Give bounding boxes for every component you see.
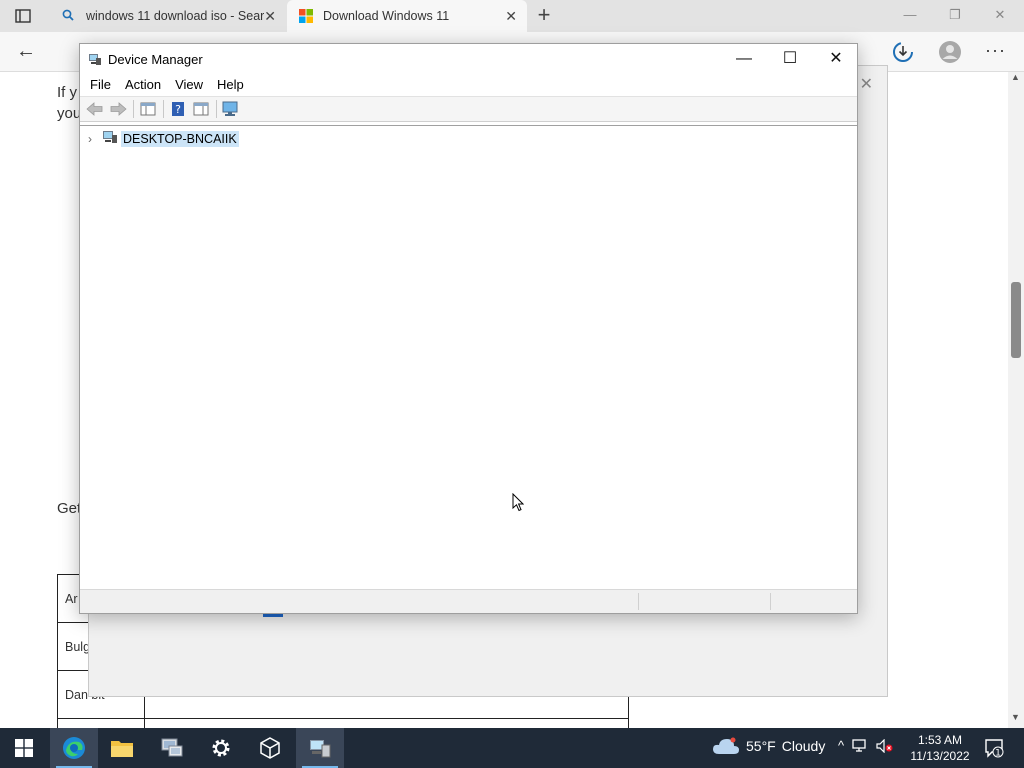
folder-icon	[110, 738, 134, 758]
system-tray: ^	[838, 738, 894, 753]
tab-actions-icon[interactable]	[10, 6, 36, 26]
computer-network-icon	[160, 737, 184, 759]
browser-toolbar-icons	[850, 40, 962, 64]
settings-more-button[interactable]: ···	[985, 40, 1006, 61]
weather-condition: Cloudy	[781, 738, 826, 754]
minimize-button[interactable]: —	[721, 44, 767, 74]
menu-file[interactable]: File	[84, 74, 117, 96]
taskbar-device-manager[interactable]	[296, 728, 344, 768]
device-manager-icon	[308, 737, 332, 759]
scroll-down-arrow-icon[interactable]: ▼	[1011, 712, 1020, 722]
tab-bing-search[interactable]: windows 11 download iso - Sear ✕	[50, 0, 286, 32]
tab-title: Download Windows 11	[323, 9, 450, 23]
device-manager-window: Device Manager — ☐ ✕ File Action View He…	[79, 43, 858, 614]
clock-time: 1:53 AM	[917, 733, 963, 747]
scan-hardware-icon[interactable]	[220, 99, 242, 119]
scroll-thumb[interactable]	[1011, 282, 1021, 358]
menu-help[interactable]: Help	[211, 74, 250, 96]
cube-icon	[258, 736, 282, 760]
background-dialog-close-icon[interactable]: ✕	[860, 74, 873, 94]
menu-bar: File Action View Help	[80, 74, 857, 96]
status-separator	[638, 593, 639, 610]
device-manager-icon	[88, 52, 102, 69]
weather-temperature: 55°F	[746, 738, 776, 754]
table-cell	[57, 718, 145, 728]
table-row	[57, 718, 629, 728]
window-title: Device Manager	[108, 52, 203, 67]
chevron-right-icon[interactable]: ›	[88, 132, 100, 146]
menu-view[interactable]: View	[169, 74, 209, 96]
mouse-cursor-icon	[512, 492, 525, 515]
svg-text:?: ?	[175, 103, 181, 116]
page-heading-fragment: Get	[57, 500, 82, 517]
microsoft-logo-icon	[299, 9, 313, 23]
network-icon[interactable]	[852, 738, 868, 753]
page-text-fragment: you	[57, 105, 82, 122]
search-icon	[62, 9, 74, 24]
back-button[interactable]: ←	[16, 40, 36, 63]
page-text-fragment: If y	[57, 84, 78, 101]
edge-browser-icon	[61, 735, 87, 761]
show-hide-action-pane-icon[interactable]	[190, 99, 212, 119]
browser-restore-button[interactable]: ❐	[935, 4, 975, 26]
status-bar	[80, 589, 857, 613]
taskbar-edge[interactable]	[50, 728, 98, 768]
back-arrow-icon[interactable]	[84, 99, 106, 119]
clock-date: 11/13/2022	[910, 749, 970, 763]
maximize-button[interactable]: ☐	[767, 44, 813, 74]
taskbar-settings[interactable]	[197, 728, 245, 768]
tree-item-computer[interactable]: › DESKTOP-BNCAIIK	[88, 130, 239, 147]
volume-muted-icon[interactable]	[876, 738, 894, 753]
taskbar: 55°F Cloudy ^ 1:53 AM 11/13/2022 1	[0, 728, 1024, 768]
taskbar-file-explorer[interactable]	[98, 728, 146, 768]
show-hide-console-tree-icon[interactable]	[137, 99, 159, 119]
new-tab-button[interactable]: +	[534, 4, 554, 26]
table-cell	[144, 718, 629, 728]
show-hidden-icons-button[interactable]: ^	[838, 738, 844, 753]
taskbar-clock[interactable]: 1:53 AM 11/13/2022	[908, 732, 972, 764]
toolbar-separator	[133, 100, 134, 118]
notification-count: 1	[995, 748, 1001, 758]
menu-action[interactable]: Action	[119, 74, 167, 96]
help-icon[interactable]: ?	[167, 99, 189, 119]
notification-center-button[interactable]: 1	[984, 738, 1004, 761]
downloads-icon[interactable]	[892, 41, 914, 63]
browser-minimize-button[interactable]: —	[890, 4, 930, 26]
device-tree: › DESKTOP-BNCAIIK	[80, 125, 857, 589]
scroll-up-arrow-icon[interactable]: ▲	[1011, 72, 1020, 82]
page-scrollbar[interactable]: ▲ ▼	[1008, 72, 1024, 728]
weather-widget[interactable]: 55°F Cloudy	[712, 737, 825, 755]
tab-close-button[interactable]: ✕	[505, 8, 517, 25]
toolbar-separator	[216, 100, 217, 118]
close-button[interactable]: ✕	[813, 44, 859, 74]
taskbar-network-app[interactable]	[148, 728, 196, 768]
tab-close-button[interactable]: ✕	[264, 8, 276, 25]
device-manager-toolbar: ?	[80, 96, 857, 122]
device-manager-titlebar[interactable]: Device Manager — ☐ ✕	[80, 44, 857, 74]
start-button[interactable]	[0, 728, 48, 768]
taskbar-3d-viewer[interactable]	[246, 728, 294, 768]
computer-icon	[102, 130, 118, 147]
tab-download-windows[interactable]: Download Windows 11 ✕	[287, 0, 527, 32]
browser-tab-strip: windows 11 download iso - Sear ✕ Downloa…	[0, 0, 1024, 32]
browser-close-button[interactable]: ✕	[980, 4, 1020, 26]
profile-avatar-icon[interactable]	[938, 40, 962, 64]
tab-title: windows 11 download iso - Sear	[86, 9, 264, 23]
forward-arrow-icon[interactable]	[107, 99, 129, 119]
tree-item-label: DESKTOP-BNCAIIK	[121, 130, 239, 147]
gear-icon	[210, 737, 232, 759]
status-separator	[770, 593, 771, 610]
cloud-icon	[712, 737, 740, 755]
toolbar-separator	[163, 100, 164, 118]
